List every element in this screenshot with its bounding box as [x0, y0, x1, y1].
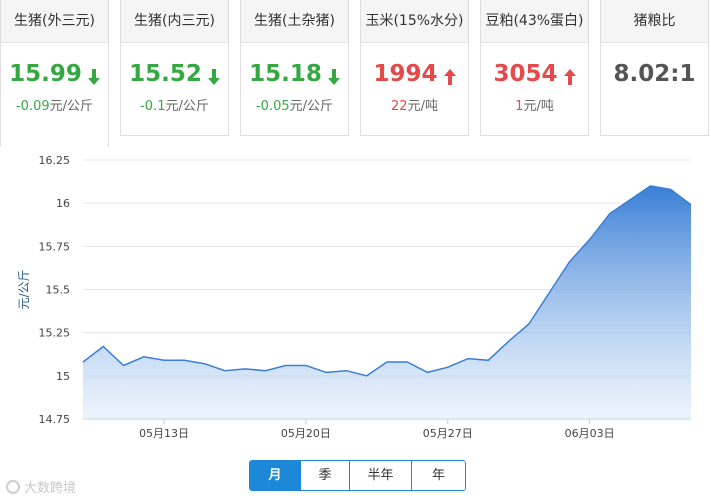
- x-tick-label: 06月03日: [565, 427, 615, 440]
- card-price: 15.52: [129, 61, 202, 87]
- price-cards: 生猪(外三元) 15.99 -0.09元/公斤 生猪(内三元) 15.52 -0.1元/公…: [0, 0, 711, 146]
- watermark: 大数跨境: [6, 477, 76, 496]
- card-title: 猪粮比: [601, 0, 708, 43]
- price-card[interactable]: 生猪(内三元) 15.52 -0.1元/公斤: [120, 0, 229, 136]
- arrow-down-icon: [207, 68, 220, 85]
- y-tick-label: 15.5: [46, 284, 71, 297]
- arrow-down-icon: [327, 68, 340, 85]
- card-change-value: -0.09: [15, 99, 50, 114]
- y-tick-label: 15.75: [39, 240, 71, 253]
- card-change-value: -0.05: [255, 99, 290, 114]
- x-tick-label: 05月13日: [139, 427, 189, 440]
- card-change: 22元/吨: [361, 95, 468, 114]
- y-axis-label: 元/公斤: [17, 269, 31, 309]
- watermark-logo-icon: [6, 479, 20, 494]
- card-title: 生猪(外三元): [1, 0, 108, 43]
- card-price: 15.99: [9, 61, 82, 87]
- card-change-unit: 元/公斤: [289, 99, 334, 114]
- price-card[interactable]: 生猪(土杂猪) 15.18 -0.05元/公斤: [240, 0, 349, 136]
- price-card[interactable]: 豆粕(43%蛋白) 3054 1元/吨: [480, 0, 589, 136]
- card-price: 3054: [493, 61, 558, 87]
- card-change-value: -0.1: [140, 99, 166, 114]
- card-change-value: 22: [391, 99, 408, 114]
- range-tab[interactable]: 季: [300, 461, 349, 490]
- card-change-unit: 元/吨: [523, 99, 554, 114]
- card-title: 玉米(15%水分): [361, 0, 468, 43]
- card-change-unit: 元/吨: [407, 99, 438, 114]
- price-card[interactable]: 玉米(15%水分) 1994 22元/吨: [360, 0, 469, 136]
- range-tab[interactable]: 月: [250, 461, 300, 490]
- card-change-unit: 元/公斤: [165, 99, 209, 114]
- card-change: -0.09元/公斤: [1, 95, 108, 114]
- y-tick-label: 15: [56, 370, 70, 383]
- range-tab[interactable]: 年: [411, 461, 465, 490]
- series-area: [83, 185, 691, 419]
- card-price: 1994: [373, 61, 438, 87]
- card-change: 1元/吨: [481, 95, 588, 114]
- card-title: 生猪(土杂猪): [241, 0, 348, 43]
- price-chart: 14.75 15 15.25 15.5 15.75 16 16.25 05月13日 05月20…: [17, 154, 692, 440]
- y-axis-ticks: 14.75 15 15.25 15.5 15.75 16 16.25: [39, 154, 71, 426]
- card-change: -0.05元/公斤: [241, 95, 348, 114]
- card-change: -0.1元/公斤: [121, 95, 228, 114]
- card-price: 8.02:1: [613, 61, 696, 87]
- x-tick-label: 05月27日: [423, 427, 473, 440]
- price-card[interactable]: 生猪(外三元) 15.99 -0.09元/公斤: [0, 0, 109, 146]
- arrow-up-icon: [563, 68, 576, 85]
- arrow-down-icon: [87, 68, 100, 85]
- range-tabs: 月季半年年: [249, 460, 466, 491]
- price-card[interactable]: 猪粮比 8.02:1: [600, 0, 709, 136]
- watermark-text: 大数跨境: [24, 481, 77, 496]
- card-price: 15.18: [249, 61, 322, 87]
- card-title: 生猪(内三元): [121, 0, 228, 43]
- card-change-unit: 元/公斤: [49, 99, 94, 114]
- range-tab[interactable]: 半年: [349, 461, 411, 490]
- y-tick-label: 14.75: [39, 413, 71, 426]
- x-tick-label: 05月20日: [281, 427, 331, 440]
- y-tick-label: 15.25: [39, 327, 71, 340]
- arrow-up-icon: [443, 68, 456, 85]
- y-tick-label: 16: [56, 197, 70, 210]
- y-tick-label: 16.25: [39, 154, 71, 167]
- card-title: 豆粕(43%蛋白): [481, 0, 588, 43]
- x-axis-ticks: 05月13日 05月20日 05月27日 06月03日: [139, 419, 615, 440]
